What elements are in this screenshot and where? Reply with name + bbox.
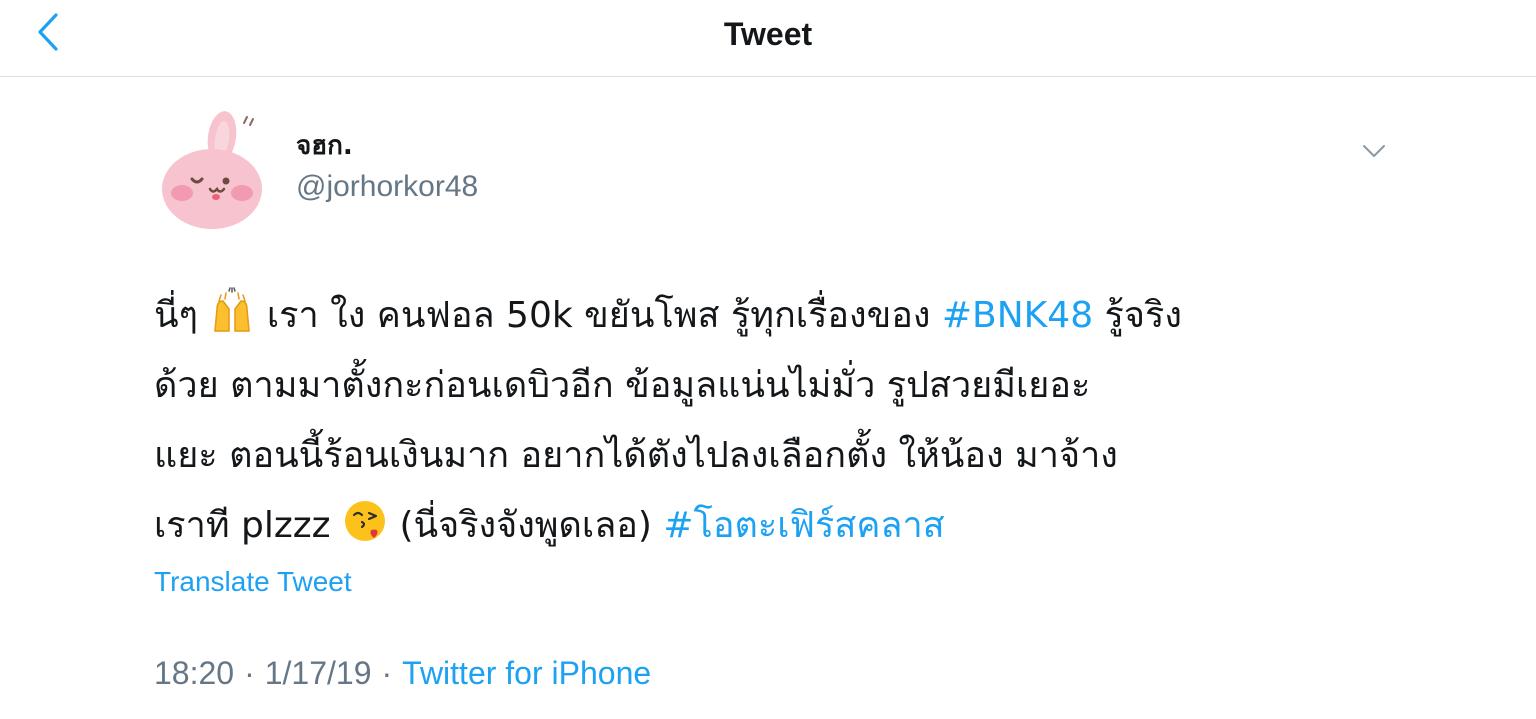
page-title: Tweet: [723, 16, 813, 52]
tweet-source-link[interactable]: Twitter for iPhone: [402, 655, 651, 691]
tweet-text-segment: นี่ๆ: [154, 295, 210, 336]
meta-separator: ·: [381, 655, 393, 691]
hashtag-link[interactable]: #โอตะเฟิร์สคลาส: [663, 505, 944, 546]
tweet-options-button[interactable]: [1358, 139, 1390, 163]
author-handle[interactable]: @jorhorkor48: [296, 169, 478, 205]
tweet-meta: 18:20 · 1/17/19 · Twitter for iPhone: [154, 653, 651, 693]
tweet-text-segment: เราที plzzz: [154, 505, 343, 546]
tweet-text-segment: แยะ ตอนนี้ร้อนเงินมาก อยากได้ตังไปลงเลือ…: [154, 435, 1118, 476]
hashtag-link[interactable]: #BNK48: [942, 295, 1093, 336]
tweet: จฮก. @jorhorkor48 นี่ๆ เรา ใง คนฟอล 50k …: [0, 77, 1536, 719]
tweet-text-line: แยะ ตอนนี้ร้อนเงินมาก อยากได้ตังไปลงเลือ…: [154, 421, 1394, 491]
face-blowing-kiss-emoji-icon: [345, 501, 386, 541]
tweet-detail-screen: Tweet จฮก. @jorhorkor48 นี่ๆ เรา ใง คนฟอ…: [0, 0, 1536, 719]
tweet-text: นี่ๆ เรา ใง คนฟอล 50k ขยันโพส รู้ทุกเรื่…: [154, 281, 1394, 561]
translate-tweet-link[interactable]: Translate Tweet: [154, 565, 352, 599]
chevron-down-icon: [1363, 145, 1385, 157]
tweet-date: 1/17/19: [264, 655, 372, 691]
tweet-text-segment: (นี่จริงจังพูดเลอ): [388, 505, 664, 546]
tweet-text-segment: เรา ใง คนฟอล 50k ขยันโพส รู้ทุกเรื่องของ: [255, 295, 942, 336]
navigation-bar: Tweet: [0, 0, 1536, 77]
pink-bunny-avatar-icon: [162, 111, 262, 229]
author-display-name[interactable]: จฮก.: [296, 129, 353, 163]
tweet-text-line: ด้วย ตามมาตั้งกะก่อนเดบิวอีก ข้อมูลแน่นไ…: [154, 351, 1394, 421]
meta-separator: ·: [244, 655, 255, 691]
tweet-text-segment: รู้จริง: [1093, 295, 1182, 336]
avatar[interactable]: [156, 109, 268, 231]
tweet-text-line: นี่ๆ เรา ใง คนฟอล 50k ขยันโพส รู้ทุกเรื่…: [154, 281, 1394, 351]
tweet-time: 18:20: [154, 655, 235, 691]
tweet-text-segment: ด้วย ตามมาตั้งกะก่อนเดบิวอีก ข้อมูลแน่นไ…: [154, 365, 1091, 406]
raising-hands-emoji-icon: [214, 287, 251, 332]
tweet-text-line: เราที plzzz (นี่จริงจังพูดเลอ) #โอตะเฟิร…: [154, 491, 1394, 561]
